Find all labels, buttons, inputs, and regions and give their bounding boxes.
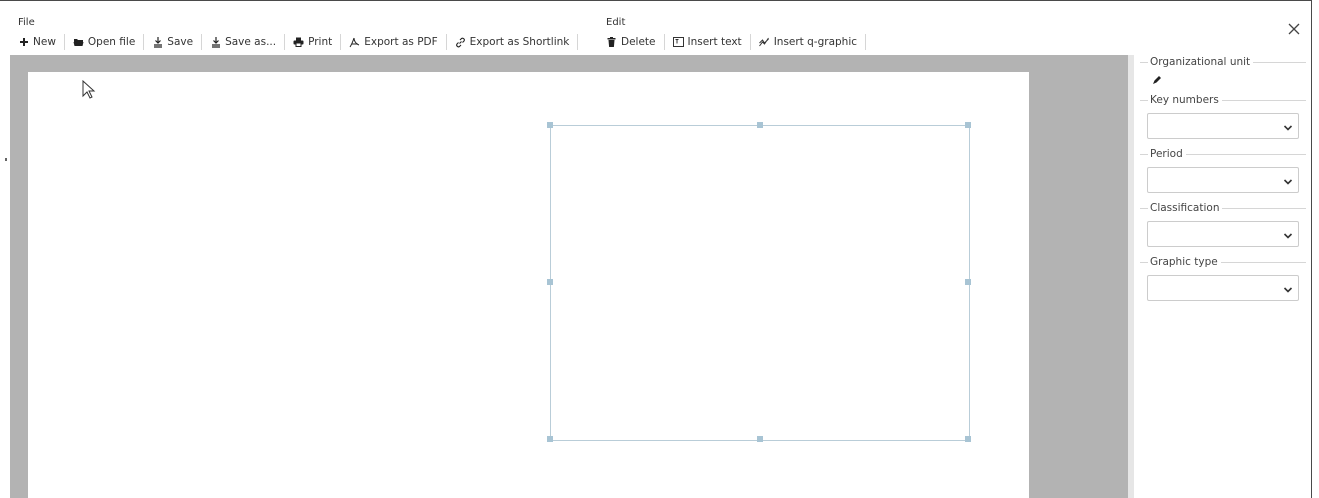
graphic-placeholder[interactable] xyxy=(547,122,971,442)
vertical-scrollbar[interactable] xyxy=(1128,55,1134,498)
classification-label: Classification xyxy=(1150,202,1220,214)
chevron-down-icon xyxy=(1283,284,1293,293)
period-label: Period xyxy=(1150,148,1183,160)
close-button[interactable] xyxy=(1285,20,1303,38)
delete-button[interactable]: Delete xyxy=(606,34,664,50)
save-icon xyxy=(152,36,163,48)
export-shortlink-label: Export as Shortlink xyxy=(469,36,570,48)
chevron-down-icon xyxy=(1283,230,1293,239)
resize-handle-top-right[interactable] xyxy=(965,122,971,128)
trash-icon xyxy=(606,37,617,48)
line-chart-icon xyxy=(758,37,770,48)
insert-text-button[interactable]: Insert text xyxy=(665,34,750,50)
resize-handle-top-left[interactable] xyxy=(547,122,553,128)
resize-handle-bottom-left[interactable] xyxy=(547,436,553,442)
print-button[interactable]: Print xyxy=(285,34,340,50)
edit-group-label: Edit xyxy=(606,17,626,28)
edit-toolbar: Delete Insert text Insert q-graphic xyxy=(606,34,867,50)
print-icon xyxy=(293,37,304,48)
chevron-down-icon xyxy=(1283,122,1293,131)
resize-handle-bottom[interactable] xyxy=(757,436,763,442)
folder-open-icon xyxy=(73,37,84,48)
new-button-label: New xyxy=(33,36,56,48)
export-pdf-label: Export as PDF xyxy=(364,36,438,48)
save-as-button[interactable]: Save as... xyxy=(202,34,284,50)
toolbar-separator xyxy=(865,34,867,50)
insert-q-graphic-label: Insert q-graphic xyxy=(773,36,858,48)
toolbar-separator xyxy=(577,34,579,50)
pencil-icon[interactable] xyxy=(1152,75,1162,85)
print-label: Print xyxy=(308,36,333,48)
properties-panel: Organizational unit Key numbers Period C… xyxy=(1140,55,1306,309)
pdf-icon xyxy=(349,37,360,48)
new-button[interactable]: New xyxy=(18,34,64,50)
canvas-workspace[interactable] xyxy=(10,55,1128,498)
chevron-down-icon xyxy=(1283,176,1293,185)
open-file-button[interactable]: Open file xyxy=(65,34,143,50)
period-fieldset: Period xyxy=(1140,147,1306,193)
mouse-pointer-icon xyxy=(82,79,96,103)
classification-select[interactable] xyxy=(1147,221,1299,247)
file-group-label: File xyxy=(18,17,35,28)
delete-label: Delete xyxy=(621,36,656,48)
resize-handle-right[interactable] xyxy=(965,279,971,285)
org-unit-fieldset: Organizational unit xyxy=(1140,55,1306,85)
period-select[interactable] xyxy=(1147,167,1299,193)
key-numbers-fieldset: Key numbers xyxy=(1140,93,1306,139)
resize-handle-left[interactable] xyxy=(547,279,553,285)
key-numbers-label: Key numbers xyxy=(1150,94,1219,106)
save-as-label: Save as... xyxy=(225,36,277,48)
graphic-type-fieldset: Graphic type xyxy=(1140,255,1306,301)
save-button[interactable]: Save xyxy=(144,34,201,50)
edge-mark xyxy=(5,158,7,161)
classification-fieldset: Classification xyxy=(1140,201,1306,247)
graphic-type-select[interactable] xyxy=(1147,275,1299,301)
insert-text-label: Insert text xyxy=(687,36,742,48)
window-right-border xyxy=(1311,0,1312,498)
insert-q-graphic-button[interactable]: Insert q-graphic xyxy=(751,34,865,50)
save-as-icon xyxy=(210,36,221,48)
resize-handle-bottom-right[interactable] xyxy=(965,436,971,442)
resize-handle-top[interactable] xyxy=(757,122,763,128)
plus-icon xyxy=(18,37,29,48)
export-shortlink-button[interactable]: Export as Shortlink xyxy=(447,34,578,50)
key-numbers-select[interactable] xyxy=(1147,113,1299,139)
org-unit-label: Organizational unit xyxy=(1150,56,1251,68)
window-top-border xyxy=(0,0,1312,6)
text-box-icon xyxy=(672,37,684,48)
graphic-type-label: Graphic type xyxy=(1150,256,1218,268)
link-icon xyxy=(455,37,466,48)
close-icon xyxy=(1285,23,1303,41)
save-label: Save xyxy=(167,36,194,48)
report-page[interactable] xyxy=(28,72,1029,498)
open-file-label: Open file xyxy=(87,36,136,48)
file-toolbar: New Open file Save Save as... Print Expo… xyxy=(18,34,579,50)
export-pdf-button[interactable]: Export as PDF xyxy=(341,34,445,50)
